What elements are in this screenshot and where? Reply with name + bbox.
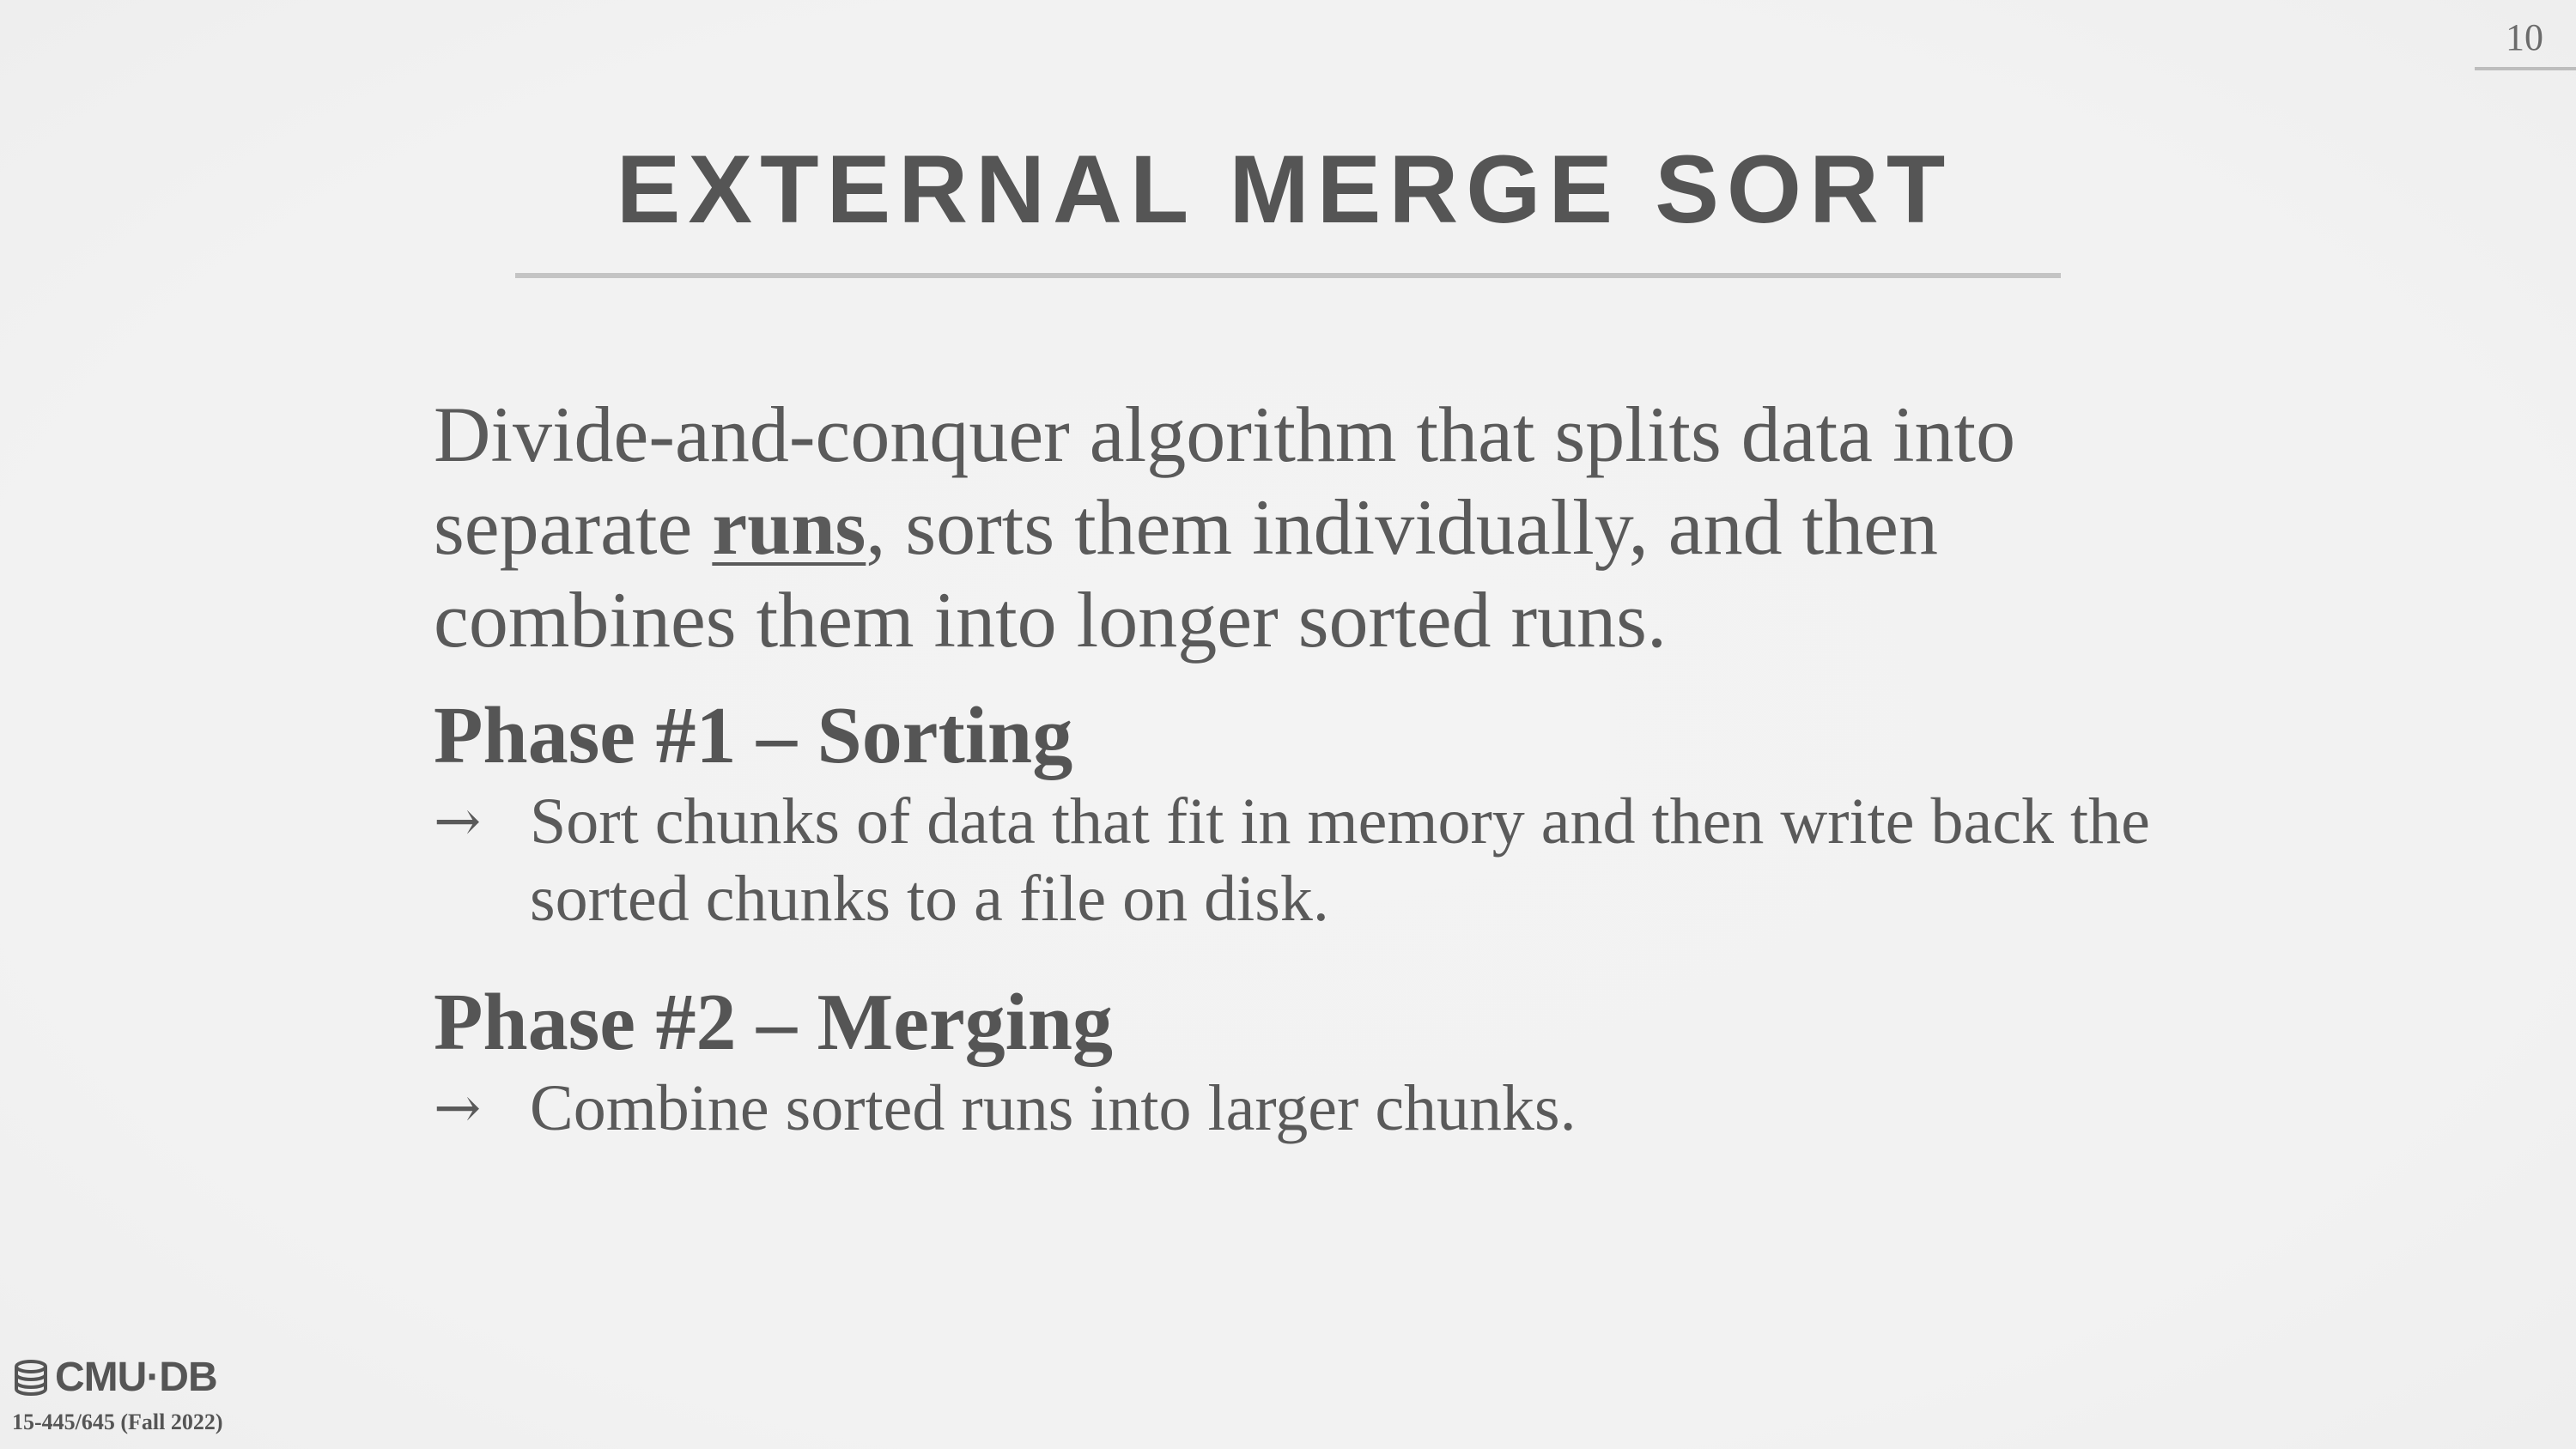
phase-1-heading: Phase #1 – Sorting	[434, 691, 1073, 780]
intro-paragraph: Divide-and-conquer algorithm that splits…	[434, 388, 2237, 666]
page-number: 10	[2506, 16, 2543, 58]
course-label: 15-445/645 (Fall 2022)	[12, 1410, 223, 1434]
phase-2-bullet-text: Combine sorted runs into larger chunks.	[530, 1072, 1577, 1144]
phase-2-heading: Phase #2 – Merging	[434, 978, 1114, 1067]
slide-content: Divide-and-conquer algorithm that splits…	[434, 388, 2237, 1147]
runs-emphasis: runs	[712, 483, 866, 571]
arrow-icon: →	[434, 1075, 482, 1141]
phase-2-bullet: → Combine sorted runs into larger chunks…	[434, 1070, 2237, 1147]
logo-text: CMU·DB	[55, 1355, 218, 1400]
slide-title: EXTERNAL MERGE SORT	[616, 136, 1953, 243]
slide: 10 EXTERNAL MERGE SORT Divide-and-conque…	[0, 0, 2576, 1449]
arrow-icon: →	[434, 788, 482, 854]
title-divider	[515, 273, 2061, 278]
phase-1-bullet: → Sort chunks of data that fit in memory…	[434, 783, 2237, 937]
cmu-db-logo: CMU·DB	[12, 1354, 218, 1401]
database-icon	[15, 1359, 47, 1396]
page-number-divider	[2475, 67, 2576, 70]
phase-1-bullet-text: Sort chunks of data that fit in memory a…	[530, 785, 2150, 935]
